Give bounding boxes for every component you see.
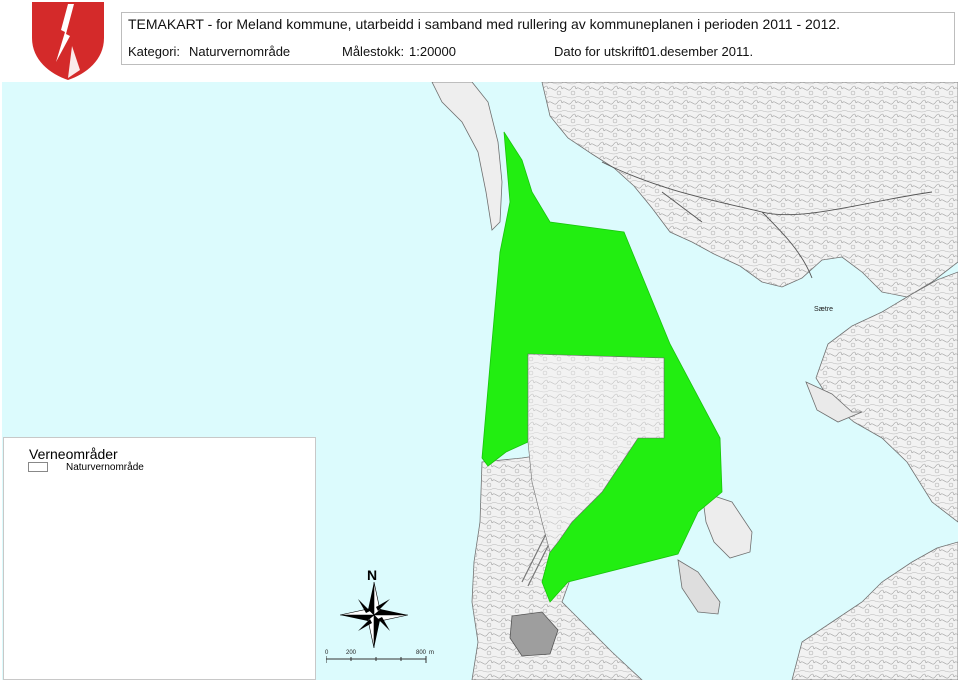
category-label: Kategori:: [128, 44, 181, 59]
legend-title: Verneområder: [29, 446, 118, 462]
scale-tick-200: 200: [346, 650, 357, 656]
print-date-value: 01.desember 2011.: [642, 44, 754, 59]
north-label: N: [367, 567, 378, 583]
legend-swatch-nature-reserve: [28, 462, 48, 472]
place-label-saetre: Sætre: [814, 306, 834, 313]
scale-label: Målestokk:: [342, 44, 405, 59]
legend-panel: Verneområder Naturvernområde: [3, 437, 316, 680]
scale-unit: m: [429, 650, 434, 656]
map-title: TEMAKART - for Meland kommune, utarbeidd…: [128, 16, 841, 32]
scale-bar: [326, 656, 427, 663]
municipal-crest-icon: [32, 2, 104, 80]
scale-tick-0: 0: [325, 650, 329, 656]
print-date-label: Dato for utskrift:: [554, 44, 646, 59]
scale-tick-800: 800: [416, 650, 427, 656]
legend-item-label: Naturvernområde: [66, 462, 144, 473]
scale-value: 1:20000: [409, 44, 456, 59]
header-info-box: TEMAKART - for Meland kommune, utarbeidd…: [121, 12, 955, 65]
category-value: Naturvernområde: [189, 44, 291, 59]
north-arrow-icon: [340, 582, 408, 648]
